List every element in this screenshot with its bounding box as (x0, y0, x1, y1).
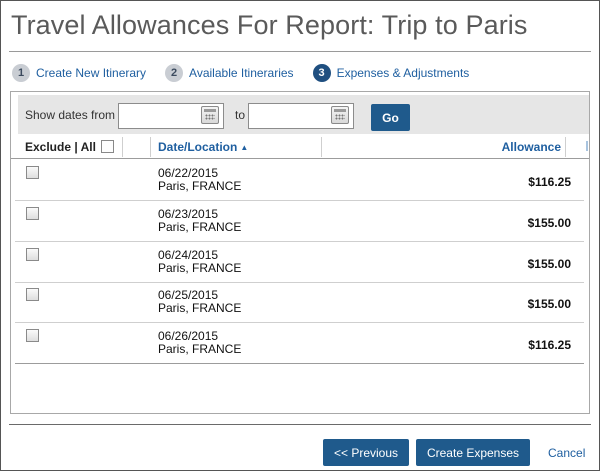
exclude-checkbox[interactable] (26, 207, 39, 220)
create-expenses-button[interactable]: Create Expenses (416, 439, 530, 466)
exclude-checkbox[interactable] (26, 288, 39, 301)
footer-divider (9, 424, 591, 425)
step-number: 3 (312, 64, 331, 82)
row-location: Paris, FRANCE (158, 301, 242, 315)
step-label[interactable]: Create New Itinerary (36, 66, 146, 80)
step-number: 2 (165, 64, 184, 82)
row-allowance: $155.00 (527, 257, 571, 271)
column-divider (565, 137, 566, 157)
date-location-header[interactable]: Date/Location ▲ (158, 140, 248, 154)
step-label[interactable]: Available Itineraries (189, 66, 294, 80)
step-expenses-adjustments[interactable]: 3 Expenses & Adjustments (312, 64, 470, 82)
step-label[interactable]: Expenses & Adjustments (337, 66, 470, 80)
row-location: Paris, FRANCE (158, 220, 242, 234)
allowance-header[interactable]: Allowance (502, 140, 561, 154)
table-header: Exclude | All Date/Location ▲ Allowance (11, 135, 589, 159)
exclude-checkbox[interactable] (26, 248, 39, 261)
allowances-panel: Show dates from to Go Exclude | All Date… (10, 91, 590, 414)
exclude-all-header: Exclude | All (25, 140, 96, 154)
step-number: 1 (12, 64, 30, 82)
show-dates-label: Show dates from (25, 108, 116, 122)
calendar-icon[interactable] (331, 106, 349, 124)
table-row: 06/24/2015 Paris, FRANCE $155.00 (15, 242, 584, 283)
date-filter-bar: Show dates from to Go (18, 95, 589, 134)
step-create-new-itinerary[interactable]: 1 Create New Itinerary (12, 64, 146, 82)
column-edge-marker (586, 141, 588, 151)
row-allowance: $116.25 (528, 338, 571, 352)
table-row: 06/22/2015 Paris, FRANCE $116.25 (15, 160, 584, 201)
title-divider (9, 51, 591, 52)
column-divider (321, 137, 322, 157)
exclude-checkbox[interactable] (26, 166, 39, 179)
row-allowance: $116.25 (528, 175, 571, 189)
row-location: Paris, FRANCE (158, 261, 242, 275)
table-row: 06/23/2015 Paris, FRANCE $155.00 (15, 201, 584, 242)
previous-button[interactable]: << Previous (323, 439, 409, 466)
column-divider (150, 137, 151, 157)
to-label: to (235, 108, 246, 122)
step-available-itineraries[interactable]: 2 Available Itineraries (165, 64, 294, 82)
date-location-header-label[interactable]: Date/Location (158, 140, 237, 154)
go-button[interactable]: Go (371, 104, 410, 131)
page-title: Travel Allowances For Report: Trip to Pa… (11, 10, 528, 40)
row-allowance: $155.00 (527, 297, 571, 311)
exclude-checkbox[interactable] (26, 329, 39, 342)
table-row: 06/26/2015 Paris, FRANCE $116.25 (15, 323, 584, 364)
cancel-link[interactable]: Cancel (548, 446, 585, 460)
exclude-all-checkbox[interactable] (101, 140, 114, 153)
row-location: Paris, FRANCE (158, 179, 242, 193)
table-row: 06/25/2015 Paris, FRANCE $155.00 (15, 282, 584, 323)
dialog-window: Travel Allowances For Report: Trip to Pa… (0, 0, 600, 471)
row-allowance: $155.00 (527, 216, 571, 230)
sort-ascending-icon: ▲ (240, 143, 249, 152)
column-divider (122, 137, 123, 157)
row-location: Paris, FRANCE (158, 342, 242, 356)
calendar-icon[interactable] (201, 106, 219, 124)
wizard-steps: 1 Create New Itinerary 2 Available Itine… (12, 64, 488, 82)
